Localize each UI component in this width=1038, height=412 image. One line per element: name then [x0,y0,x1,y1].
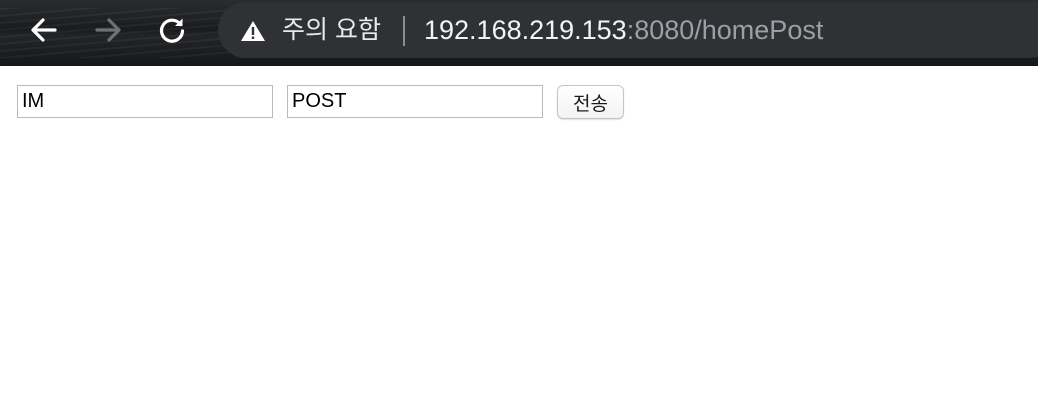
page-content: 전송 [0,66,1038,412]
text-input-2[interactable] [287,85,543,118]
forward-button[interactable] [91,13,125,47]
reload-icon [159,18,185,43]
address-divider [403,16,405,46]
address-bar[interactable]: 주의 요함 192.168.219.153:8080/homePost [218,2,1038,58]
text-input-1[interactable] [17,85,273,118]
url-text[interactable]: 192.168.219.153:8080/homePost [424,13,823,47]
warning-triangle-icon[interactable] [240,20,266,42]
browser-toolbar: 주의 요함 192.168.219.153:8080/homePost [0,0,1038,66]
url-path: :8080/homePost [626,15,824,45]
arrow-left-icon [31,18,57,42]
reload-button[interactable] [155,13,189,47]
back-button[interactable] [27,13,61,47]
arrow-right-icon [95,18,121,42]
security-warning-label[interactable]: 주의 요함 [282,15,381,45]
url-host: 192.168.219.153 [424,15,627,45]
submit-button[interactable]: 전송 [557,85,624,119]
